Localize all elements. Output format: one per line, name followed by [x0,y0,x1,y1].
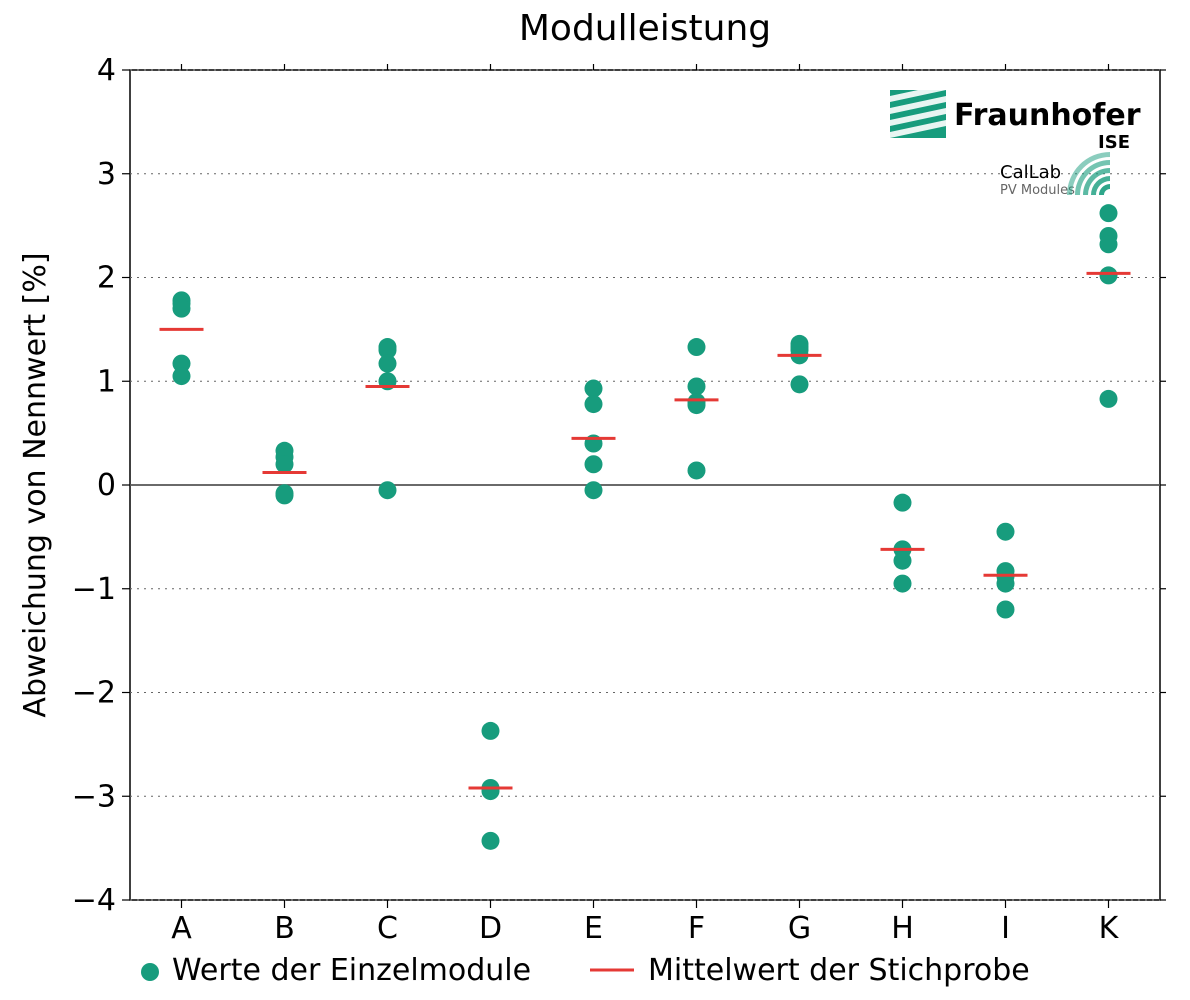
data-point [997,523,1015,541]
data-point [276,455,294,473]
legend-marker-points [141,963,159,981]
data-point [688,377,706,395]
svg-text:Fraunhofer: Fraunhofer [954,98,1141,133]
callab-logo: CalLabPV Modules [1000,152,1110,198]
data-point [482,782,500,800]
legend-label: Mittelwert der Stichprobe [648,953,1030,988]
svg-text:PV Modules: PV Modules [1000,183,1075,198]
x-tick-label: C [377,911,398,946]
data-point [585,380,603,398]
x-tick-label: G [788,911,811,946]
data-point [791,375,809,393]
y-tick-label: 1 [97,364,116,399]
data-point [585,455,603,473]
x-tick-label: K [1099,911,1120,946]
data-point [894,494,912,512]
y-tick-label: 4 [97,53,116,88]
y-tick-label: −1 [72,572,116,607]
data-point [173,300,191,318]
data-point [585,481,603,499]
data-point [894,552,912,570]
data-point [276,484,294,502]
x-tick-label: A [171,911,192,946]
x-tick-label: B [274,911,295,946]
svg-text:CalLab: CalLab [1000,162,1061,183]
data-point [482,832,500,850]
fraunhofer-logo: FraunhoferISE [890,84,1141,153]
data-point [585,395,603,413]
y-tick-label: −4 [72,883,116,918]
data-point [1100,235,1118,253]
svg-text:ISE: ISE [1098,132,1130,153]
y-tick-label: −3 [72,779,116,814]
x-tick-label: H [891,911,914,946]
data-point [997,601,1015,619]
data-point [1100,390,1118,408]
data-point [379,355,397,373]
data-point [482,722,500,740]
x-tick-label: D [479,911,502,946]
y-axis-label: Abweichung von Nennwert [%] [18,252,53,717]
x-tick-label: I [1001,911,1010,946]
data-point [1100,266,1118,284]
y-tick-label: −2 [72,676,116,711]
data-point [1100,204,1118,222]
data-point [997,575,1015,593]
chart-title: Modulleistung [519,8,771,49]
x-tick-label: F [688,911,705,946]
y-tick-label: 0 [97,468,116,503]
data-point [688,338,706,356]
data-point [379,481,397,499]
legend-label: Werte der Einzelmodule [172,953,531,988]
y-tick-label: 3 [97,157,116,192]
data-point [688,461,706,479]
data-point [894,575,912,593]
x-tick-label: E [584,911,603,946]
y-tick-label: 2 [97,261,116,296]
chart-canvas: Modulleistung −4 −3 −2 −1 0 1 2 3 4 A B C D E F G H I K Abwe… [0,0,1190,1000]
data-point [173,367,191,385]
